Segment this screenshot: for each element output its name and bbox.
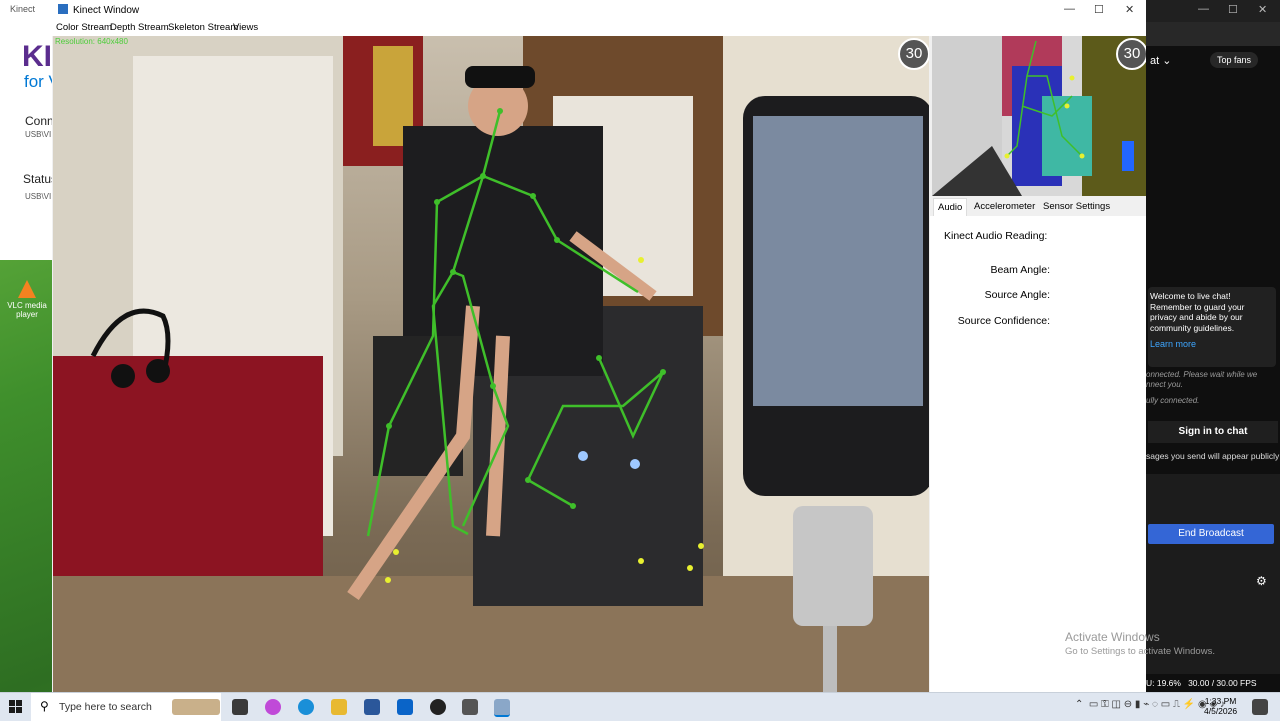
app-icon: [58, 4, 68, 14]
vlc-desktop-shortcut[interactable]: VLC media player: [4, 280, 50, 319]
maximize-icon[interactable]: ☐: [1094, 3, 1104, 16]
audio-heading: Kinect Audio Reading:: [944, 230, 1048, 242]
sign-in-to-chat-button[interactable]: Sign in to chat: [1148, 421, 1278, 443]
file-explorer-icon[interactable]: [331, 699, 347, 715]
top-fans-button[interactable]: Top fans: [1210, 52, 1259, 68]
gear-icon[interactable]: ⚙: [1256, 574, 1267, 588]
resolution-label: Resolution: 640x480: [55, 37, 128, 46]
kinect-titlebar: Kinect Window — ☐ ✕: [52, 0, 1146, 20]
welcome-text: Welcome to live chat! Remember to guard …: [1150, 291, 1245, 333]
color-stream-scene: [53, 36, 929, 692]
app-icon-2[interactable]: [462, 699, 478, 715]
clock-time: 1:33 PM: [1204, 696, 1237, 706]
outlook-icon[interactable]: [397, 699, 413, 715]
stream-stats: U: 19.6% 30.00 / 30.00 FPS: [1146, 678, 1257, 688]
windows-start-icon[interactable]: [9, 700, 22, 713]
youtube-address-bar[interactable]: [1146, 22, 1280, 46]
activate-windows-watermark: Activate Windows Go to Settings to activ…: [1065, 630, 1215, 657]
kinect-app-icon[interactable]: [494, 699, 510, 717]
search-placeholder: Type here to search: [59, 701, 152, 713]
tab-accelerometer[interactable]: Accelerometer: [974, 201, 1035, 212]
obs-icon[interactable]: [430, 699, 446, 715]
kinect-window: Kinect Window — ☐ ✕ Color Stream Depth S…: [52, 0, 1146, 692]
background-status-value: USB\VI: [25, 192, 52, 201]
depth-stream-view[interactable]: 30: [932, 36, 1146, 196]
color-fps-badge: 30: [898, 38, 929, 70]
minimize-icon[interactable]: —: [1198, 3, 1209, 15]
beam-angle-label: Beam Angle:: [990, 264, 1050, 276]
learn-more-link[interactable]: Learn more: [1150, 339, 1272, 350]
store-icon[interactable]: [364, 699, 380, 715]
background-window-title: Kinect: [10, 4, 36, 14]
notification-icon[interactable]: [1252, 699, 1268, 715]
edge-icon[interactable]: [298, 699, 314, 715]
chat-public-note: sages you send will appear publicly: [1146, 451, 1280, 461]
tab-sensor-settings[interactable]: Sensor Settings: [1043, 201, 1110, 212]
end-broadcast-button[interactable]: End Broadcast: [1148, 524, 1274, 544]
menu-skeleton-stream[interactable]: Skeleton Stream: [168, 22, 238, 33]
color-stream-view[interactable]: Resolution: 640x480 30: [53, 36, 929, 692]
menu-views[interactable]: Views: [233, 22, 258, 33]
maximize-icon[interactable]: ☐: [1228, 3, 1238, 16]
vlc-icon: [18, 280, 36, 298]
background-connected-value: USB\VI: [25, 130, 52, 139]
close-icon[interactable]: ✕: [1125, 3, 1134, 16]
depth-scene: [932, 36, 1146, 196]
audio-panel: Kinect Audio Reading: Beam Angle: Source…: [930, 216, 1146, 692]
fps-readout: 30.00 / 30.00 FPS: [1188, 678, 1257, 688]
taskbar: ⚲ Type here to search ⌃ ▭ ⚿ ◫ ⊖ ▮ ⌁ ◌ ▭ …: [0, 692, 1280, 721]
window-title: Kinect Window: [73, 5, 140, 16]
connecting-text: onnected. Please wait while we: [1146, 370, 1258, 379]
clock[interactable]: 1:33 PM 4/5/2026: [1204, 696, 1237, 716]
menu-bar: Color Stream Depth Stream Skeleton Strea…: [52, 20, 1146, 36]
watermark-subtitle: Go to Settings to activate Windows.: [1065, 646, 1215, 657]
connected-text: ully connected.: [1146, 396, 1200, 405]
source-confidence-label: Source Confidence:: [957, 315, 1050, 327]
system-tray[interactable]: ⌃ ▭ ⚿ ◫ ⊖ ▮ ⌁ ◌ ▭ ⎍ ⚡ ◉ ◈ ♪: [1075, 699, 1225, 710]
chevron-down-icon[interactable]: at ⌄: [1150, 54, 1171, 67]
menu-depth-stream[interactable]: Depth Stream: [110, 22, 169, 33]
minimize-icon[interactable]: —: [1064, 3, 1075, 15]
task-view-icon[interactable]: [232, 699, 248, 715]
youtube-studio-window: — ☐ ✕ at ⌄ Top fans Welcome to live chat…: [1146, 0, 1280, 692]
close-icon[interactable]: ✕: [1258, 3, 1267, 16]
watermark-title: Activate Windows: [1065, 630, 1160, 644]
cpu-usage: U: 19.6%: [1146, 678, 1181, 688]
background-logo-text: KI: [22, 40, 52, 73]
tab-audio[interactable]: Audio: [933, 198, 968, 216]
connecting-text-2: nnect you.: [1146, 380, 1183, 389]
youtube-titlebar: — ☐ ✕: [1146, 0, 1280, 22]
chat-welcome-message: Welcome to live chat! Remember to guard …: [1148, 287, 1276, 367]
menu-color-stream[interactable]: Color Stream: [56, 22, 112, 33]
search-icon: ⚲: [40, 699, 49, 713]
clock-date: 4/5/2026: [1204, 706, 1238, 716]
copilot-icon[interactable]: [265, 699, 281, 715]
sensor-tabs: Audio Accelerometer Sensor Settings: [930, 198, 1146, 216]
background-connected-label: Conn: [25, 114, 54, 128]
source-angle-label: Source Angle:: [984, 289, 1050, 301]
news-widget-icon[interactable]: [172, 699, 220, 715]
vlc-label: VLC media player: [7, 301, 47, 319]
depth-fps-badge: 30: [1116, 38, 1146, 70]
